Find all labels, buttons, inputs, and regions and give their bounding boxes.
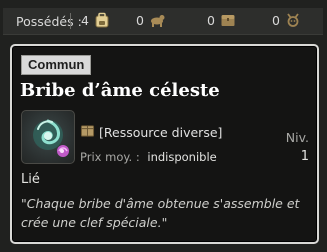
owned-pet: 0 <box>270 12 301 28</box>
level-label: Niv. <box>285 130 309 145</box>
rarity-badge: Commun <box>21 55 92 75</box>
price-value: indisponible <box>147 150 217 164</box>
owned-chest: 0 <box>205 12 236 28</box>
owned-mount: 0 <box>134 12 165 28</box>
owned-bar: Possédés : 4 0 0 0 <box>3 8 323 35</box>
price-row: Prix moy. : indisponible <box>80 150 217 164</box>
celestial-soul-shard-icon[interactable] <box>21 110 75 164</box>
backpack-icon <box>94 12 110 28</box>
owned-inventory-count: 4 <box>81 12 89 28</box>
item-type-row: [Ressource diverse] <box>80 123 222 141</box>
pet-icon <box>285 12 301 28</box>
chest-icon <box>220 12 236 28</box>
item-description: "Chaque bribe d'âme obtenue s'assemble e… <box>21 196 300 230</box>
level-value: 1 <box>300 149 309 164</box>
owned-pet-count: 0 <box>272 12 280 28</box>
owned-label: Possédés : <box>16 13 82 29</box>
bound-status: Lié <box>21 172 40 187</box>
resource-crate-icon <box>80 123 95 141</box>
owned-separator <box>70 13 71 29</box>
owned-chest-count: 0 <box>207 12 215 28</box>
price-label: Prix moy. : <box>80 150 140 164</box>
mount-icon <box>149 12 165 28</box>
item-name: Bribe d’âme céleste <box>20 80 220 101</box>
owned-mount-count: 0 <box>136 12 144 28</box>
owned-inventory: 4 <box>79 12 110 28</box>
item-type: [Ressource diverse] <box>99 124 223 140</box>
item-tooltip: Commun Bribe d’âme céleste [Ressource di… <box>10 44 319 244</box>
